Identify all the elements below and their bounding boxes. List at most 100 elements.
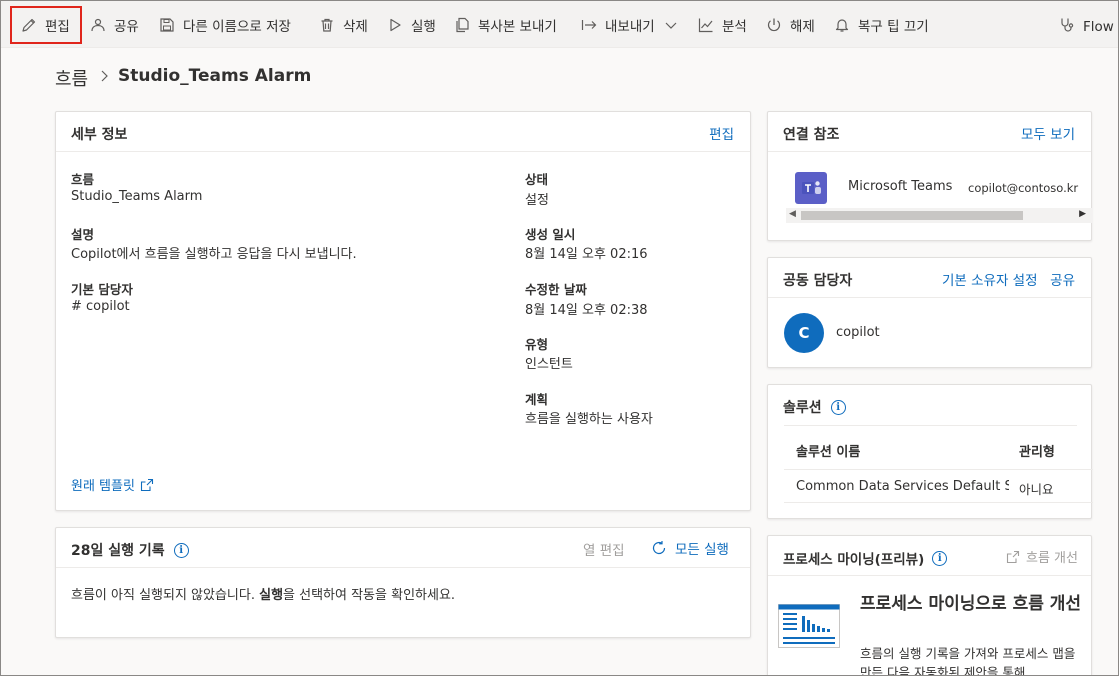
modified-label: 수정한 날짜	[525, 282, 587, 297]
save-as-button[interactable]: 다른 이름으로 저장	[159, 13, 291, 37]
coowners-card: 공동 담당자 기본 소유자 설정 공유 C copilot	[767, 257, 1092, 368]
run-history-empty-message: 흐름이 아직 실행되지 않았습니다. 실행을 선택하여 작동을 확인하세요.	[71, 584, 455, 603]
process-mining-body: 흐름의 실행 기록을 가져와 프로세스 맵을 만든 다음 자동화된 제안을 통해	[860, 646, 1076, 676]
share-button[interactable]: 공유	[90, 13, 139, 37]
coowner-name: copilot	[836, 325, 880, 340]
template-link[interactable]: 원래 템플릿	[71, 475, 154, 494]
app-window: 편집 공유 다른 이름으로 저장 삭제 실행 복사본 보내기 내보내기 분석 해…	[0, 0, 1119, 676]
share-icon	[91, 18, 105, 32]
description-value: Copilot에서 흐름을 실행하고 응답을 다시 보냅니다.	[71, 247, 357, 262]
share-label: 공유	[114, 19, 139, 35]
improve-flow-label: 흐름 개선	[1026, 551, 1078, 566]
refresh-icon	[652, 541, 666, 555]
connection-account: copilot@contoso.kr	[968, 181, 1079, 195]
chevron-down-icon	[665, 22, 677, 29]
export-button[interactable]: 내보내기	[581, 13, 679, 37]
type-value: 인스턴트	[525, 357, 573, 372]
template-link-label: 원래 템플릿	[71, 479, 135, 494]
chevron-right-icon	[101, 70, 108, 82]
run-label: 실행	[411, 19, 436, 35]
process-mining-header: 프로세스 마이닝(프리뷰) i 흐름 개선	[768, 536, 1091, 576]
edit-columns-button[interactable]: 열 편집	[583, 539, 625, 559]
details-header: 세부 정보 편집	[56, 112, 750, 152]
analytics-button[interactable]: 분석	[698, 13, 747, 37]
details-card: 세부 정보 편집 흐름 Studio_Teams Alarm 설명 Copilo…	[55, 111, 751, 511]
bell-icon	[835, 19, 849, 32]
turn-off-label: 해제	[790, 19, 815, 35]
export-icon	[581, 20, 597, 30]
solutions-header: 솔루션 i	[783, 397, 846, 417]
flow-checker-button[interactable]: Flow 검사기	[1059, 13, 1118, 37]
send-copy-button[interactable]: 복사본 보내기	[454, 13, 557, 37]
coowners-header: 공동 담당자 기본 소유자 설정 공유	[768, 258, 1091, 298]
breadcrumb-root[interactable]: 흐름	[55, 65, 88, 91]
run-history-header: 28일 실행 기록 i 열 편집 모든 실행	[56, 528, 750, 568]
open-external-icon	[140, 478, 153, 491]
empty-message-run: 실행	[259, 588, 284, 603]
solutions-divider	[784, 425, 1077, 426]
scrollbar-thumb[interactable]	[801, 211, 1023, 220]
run-button[interactable]: 실행	[387, 13, 436, 37]
connections-title: 연결 참조	[783, 127, 840, 143]
empty-message-suffix: 을 선택하여 작동을 확인하세요.	[283, 588, 456, 603]
tips-off-label: 복구 팁 끄기	[858, 19, 929, 35]
info-icon[interactable]: i	[173, 542, 189, 558]
page-title: Studio_Teams Alarm	[118, 66, 312, 86]
turn-off-button[interactable]: 해제	[766, 13, 815, 37]
trash-icon	[321, 18, 333, 32]
tips-off-button[interactable]: 복구 팁 끄기	[834, 13, 929, 37]
solution-name-cell: Common Data Services Default Solution	[796, 479, 1009, 494]
plan-value: 흐름을 실행하는 사용자	[525, 412, 653, 427]
created-value: 8월 14일 오후 02:16	[525, 247, 648, 262]
analytics-label: 분석	[722, 19, 747, 35]
run-history-title: 28일 실행 기록	[71, 543, 165, 559]
status-label: 상태	[525, 172, 549, 187]
send-copy-label: 복사본 보내기	[478, 19, 557, 35]
copy-icon	[456, 17, 469, 33]
process-mining-card: 프로세스 마이닝(프리뷰) i 흐름 개선 프로세스 마이닝으로 흐름 개선 흐…	[767, 535, 1092, 676]
all-runs-label: 모든 실행	[675, 542, 729, 558]
command-bar: 편집 공유 다른 이름으로 저장 삭제 실행 복사본 보내기 내보내기 분석 해…	[1, 1, 1118, 48]
chart-icon	[698, 18, 713, 33]
scroll-right-icon[interactable]: ▶	[1079, 209, 1086, 219]
scroll-left-icon[interactable]: ◀	[789, 209, 796, 219]
avatar: C	[784, 313, 824, 353]
info-icon[interactable]: i	[830, 399, 846, 415]
export-label: 내보내기	[605, 19, 655, 35]
coowners-title: 공동 담당자	[783, 273, 853, 289]
owner-value: # copilot	[71, 299, 130, 314]
table-row[interactable]: Common Data Services Default Solution 아니…	[784, 470, 1093, 503]
horizontal-scrollbar[interactable]: ◀ ▶	[786, 208, 1092, 223]
power-icon	[767, 18, 781, 32]
details-title: 세부 정보	[71, 127, 128, 143]
info-icon[interactable]: i	[932, 550, 948, 566]
delete-button[interactable]: 삭제	[319, 13, 368, 37]
connections-card: 연결 참조 모두 보기 Microsoft Teams Connection c…	[767, 111, 1092, 241]
run-history-card: 28일 실행 기록 i 열 편집 모든 실행 흐름이 아직 실행되지 않았습니다…	[55, 527, 751, 638]
save-as-label: 다른 이름으로 저장	[183, 19, 291, 35]
stethoscope-icon	[1061, 18, 1074, 32]
empty-message-prefix: 흐름이 아직 실행되지 않았습니다.	[71, 588, 260, 603]
solutions-card: 솔루션 i 솔루션 이름 관리형 Common Data Services De…	[767, 384, 1093, 519]
play-icon	[390, 18, 401, 32]
connections-header: 연결 참조 모두 보기	[768, 112, 1091, 152]
type-label: 유형	[525, 337, 549, 352]
open-external-icon	[1006, 550, 1020, 563]
details-edit-link[interactable]: 편집	[709, 123, 734, 143]
managed-cell: 아니요	[1019, 482, 1054, 497]
coowners-share-link[interactable]: 공유	[1050, 269, 1075, 289]
delete-label: 삭제	[343, 19, 368, 35]
managed-header: 관리형	[1019, 445, 1055, 460]
solution-name-header: 솔루션 이름	[796, 445, 861, 460]
teams-icon	[795, 172, 827, 204]
flow-name-label: 흐름	[71, 172, 95, 187]
set-owner-link[interactable]: 기본 소유자 설정	[942, 269, 1038, 289]
see-all-link[interactable]: 모두 보기	[1021, 123, 1075, 143]
all-runs-link[interactable]: 모든 실행	[651, 538, 729, 558]
edit-label: 편집	[45, 19, 70, 35]
improve-flow-button[interactable]: 흐름 개선	[1006, 547, 1078, 566]
save-as-icon	[160, 18, 174, 32]
flow-name-value: Studio_Teams Alarm	[71, 189, 203, 204]
description-label: 설명	[71, 227, 95, 242]
edit-button[interactable]: 편집	[21, 13, 70, 37]
